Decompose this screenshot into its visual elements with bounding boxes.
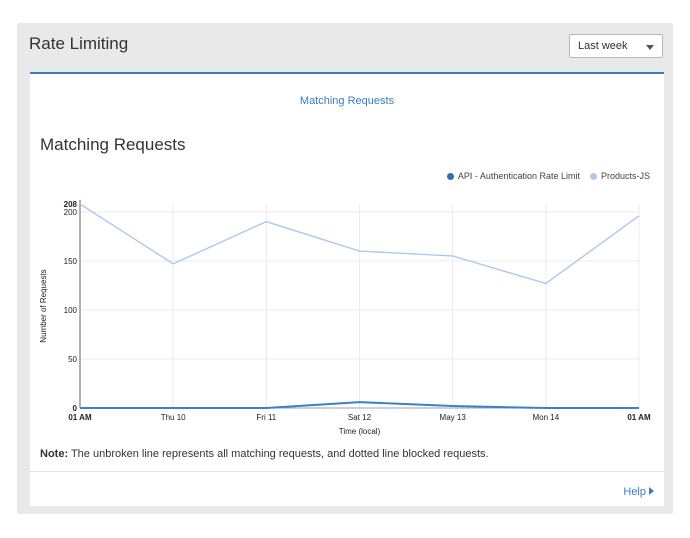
rate-limiting-card: Rate Limiting Last week Matching Request… — [17, 23, 673, 514]
x-tick-label: May 13 — [440, 413, 467, 422]
x-tick-label: Sat 12 — [348, 413, 372, 422]
y-tick-label: 200 — [64, 208, 78, 217]
note-text: The unbroken line represents all matchin… — [68, 448, 489, 460]
y-tick-label: 0 — [73, 404, 78, 413]
caret-right-icon — [649, 487, 654, 495]
chevron-down-icon — [646, 45, 654, 50]
footer-divider — [30, 471, 664, 472]
y-max-label: 208 — [64, 200, 78, 209]
note-bold: Note: — [40, 448, 69, 460]
x-axis-title: Time (local) — [339, 427, 381, 436]
chart-note: Note: The unbroken line represents all m… — [40, 448, 489, 460]
y-tick-label: 50 — [68, 355, 77, 364]
x-tick-label: Thu 10 — [161, 413, 186, 422]
y-tick-label: 100 — [64, 306, 78, 315]
grid-layer — [79, 200, 640, 409]
chart-panel: Matching Requests Matching Requests API … — [30, 74, 664, 506]
time-range-select[interactable]: Last week — [569, 34, 663, 58]
help-link[interactable]: Help — [623, 486, 654, 498]
line-chart: 0 50 100 150 200208 01 AM Thu 10 Fri 11 Sat 12 Ma… — [39, 200, 651, 436]
time-range-value: Last week — [578, 40, 628, 52]
label-layer: 0 50 100 150 200208 01 AM Thu 10 Fri 11 Sat 12 Ma… — [39, 200, 651, 436]
help-label: Help — [623, 486, 646, 498]
y-axis-title: Number of Requests — [39, 269, 48, 342]
x-tick-label: Fri 11 — [256, 413, 276, 422]
card-header: Rate Limiting Last week — [17, 23, 673, 73]
y-tick-label: 150 — [64, 257, 78, 266]
x-tick-label: 01 AM — [627, 413, 651, 422]
card-title: Rate Limiting — [29, 34, 129, 53]
x-tick-label: 01 AM — [68, 413, 92, 422]
x-tick-label: Mon 14 — [532, 413, 559, 422]
